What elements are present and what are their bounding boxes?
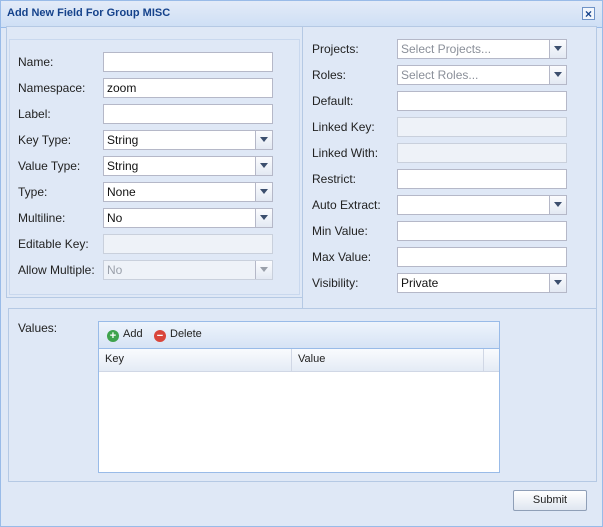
chevron-down-icon[interactable]: [549, 40, 566, 58]
key-type-label: Key Type:: [18, 133, 72, 147]
roles-select[interactable]: Select Roles...: [397, 65, 567, 85]
dialog-window: Add New Field For Group MISC × Name: Nam…: [0, 0, 603, 527]
chevron-down-icon[interactable]: [255, 183, 272, 201]
namespace-input[interactable]: zoom: [103, 78, 273, 98]
add-label: Add: [123, 328, 143, 340]
dialog-title: Add New Field For Group MISC: [7, 7, 171, 19]
add-icon: +: [107, 330, 119, 342]
column-header-key[interactable]: Key: [99, 349, 292, 371]
type-select[interactable]: None: [103, 182, 273, 202]
key-type-select[interactable]: String: [103, 130, 273, 150]
value-type-value: String: [107, 159, 139, 173]
projects-placeholder: Select Projects...: [401, 42, 492, 56]
chevron-down-icon: [255, 261, 272, 279]
submit-button[interactable]: Submit: [513, 490, 587, 511]
chevron-down-icon[interactable]: [255, 209, 272, 227]
roles-label: Roles:: [312, 68, 347, 82]
visibility-label: Visibility:: [312, 276, 359, 290]
visibility-select[interactable]: Private: [397, 273, 567, 293]
max-value-label: Max Value:: [312, 250, 372, 264]
label-label: Label:: [18, 107, 51, 121]
delete-icon: −: [154, 330, 166, 342]
allow-multiple-label: Allow Multiple:: [18, 263, 95, 277]
add-button[interactable]: + Add: [107, 328, 143, 342]
namespace-label: Namespace:: [18, 81, 86, 95]
chevron-down-icon[interactable]: [549, 66, 566, 84]
name-input[interactable]: [103, 52, 273, 72]
name-label: Name:: [18, 55, 54, 69]
chevron-down-icon[interactable]: [255, 131, 272, 149]
linked-key-label: Linked Key:: [312, 120, 375, 134]
projects-select[interactable]: Select Projects...: [397, 39, 567, 59]
key-type-value: String: [107, 133, 139, 147]
chevron-down-icon[interactable]: [549, 274, 566, 292]
values-grid-header: Key Value: [99, 349, 499, 372]
value-type-label: Value Type:: [18, 159, 81, 173]
allow-multiple-value: No: [107, 263, 123, 277]
delete-button[interactable]: − Delete: [154, 328, 202, 342]
roles-placeholder: Select Roles...: [401, 68, 479, 82]
linked-with-input: [397, 143, 567, 163]
value-type-select[interactable]: String: [103, 156, 273, 176]
close-icon[interactable]: ×: [582, 7, 595, 20]
chevron-down-icon[interactable]: [549, 196, 566, 214]
projects-label: Projects:: [312, 42, 359, 56]
visibility-value: Private: [401, 276, 439, 290]
linked-with-label: Linked With:: [312, 146, 379, 160]
default-label: Default:: [312, 94, 354, 108]
values-grid: + Add − Delete Key Value: [98, 321, 500, 473]
auto-extract-label: Auto Extract:: [312, 198, 381, 212]
chevron-down-icon[interactable]: [255, 157, 272, 175]
linked-key-input: [397, 117, 567, 137]
delete-label: Delete: [170, 328, 202, 340]
max-value-input[interactable]: [397, 247, 567, 267]
editable-key-label: Editable Key:: [18, 237, 89, 251]
allow-multiple-select: No: [103, 260, 273, 280]
editable-key-input: [103, 234, 273, 254]
multiline-value: No: [107, 211, 123, 225]
multiline-label: Multiline:: [18, 211, 66, 225]
multiline-select[interactable]: No: [103, 208, 273, 228]
dialog-titlebar[interactable]: Add New Field For Group MISC ×: [1, 1, 602, 28]
default-input[interactable]: [397, 91, 567, 111]
column-header-value[interactable]: Value: [292, 349, 484, 371]
restrict-label: Restrict:: [312, 172, 357, 186]
type-value: None: [107, 185, 136, 199]
type-label: Type:: [18, 185, 48, 199]
min-value-input[interactable]: [397, 221, 567, 241]
label-input[interactable]: [103, 104, 273, 124]
auto-extract-select[interactable]: [397, 195, 567, 215]
values-toolbar: + Add − Delete: [99, 322, 499, 349]
min-value-label: Min Value:: [312, 224, 368, 238]
restrict-input[interactable]: [397, 169, 567, 189]
values-label: Values:: [18, 321, 58, 335]
